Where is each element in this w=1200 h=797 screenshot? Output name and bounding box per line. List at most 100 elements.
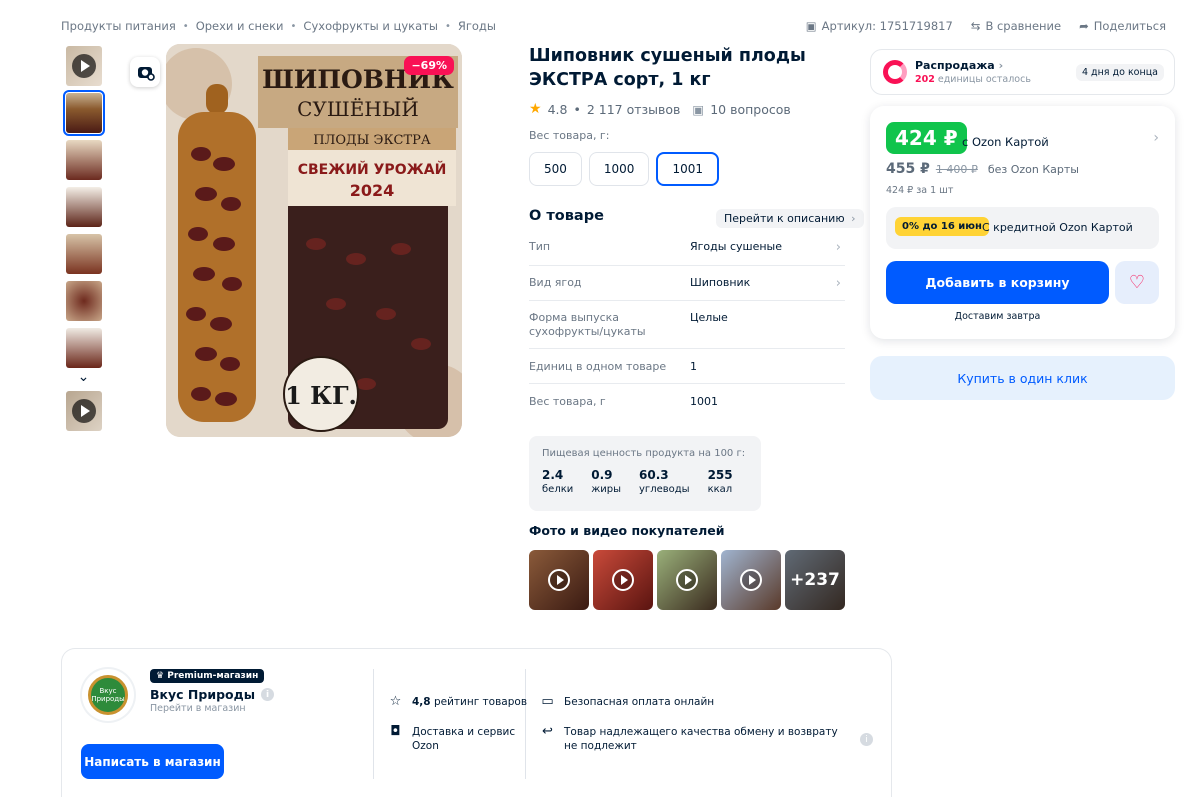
spec-value: Ягоды сушеные — [690, 240, 782, 253]
customer-video[interactable] — [657, 550, 717, 610]
questions-icon: ▣ — [692, 101, 705, 117]
share-button[interactable]: ➦ Поделиться — [1079, 19, 1166, 33]
weight-option-selected[interactable]: 1001 — [656, 152, 719, 186]
sale-remaining: 202 единицы осталось — [915, 74, 1031, 85]
info-icon[interactable]: i — [261, 688, 275, 701]
delivery-service-text: Доставка и сервис Ozon — [412, 726, 516, 752]
thumbnail-video[interactable] — [65, 391, 102, 431]
heart-icon: ♡ — [1128, 272, 1146, 293]
thumbnail-image[interactable] — [65, 234, 102, 274]
feature-payment: ▭ Безопасная оплата онлайн — [539, 695, 714, 712]
goto-store-link[interactable]: Перейти в магазин — [150, 703, 246, 714]
add-to-cart-button[interactable]: Добавить в корзину — [886, 261, 1109, 304]
breadcrumb-item[interactable]: Орехи и снеки — [196, 19, 284, 33]
play-icon — [71, 399, 96, 423]
breadcrumb-item[interactable]: Продукты питания — [61, 19, 176, 33]
customer-photos: +237 — [529, 550, 845, 610]
more-photos[interactable]: +237 — [785, 550, 845, 610]
seller-panel: Вкус Природы ♛ Premium-магазин Вкус Прир… — [61, 648, 892, 797]
weight-option[interactable]: 1000 — [588, 152, 650, 186]
play-icon — [612, 569, 634, 591]
customer-video[interactable] — [593, 550, 653, 610]
chevron-right-icon[interactable]: › — [1153, 130, 1159, 146]
article-label: Артикул: 1751719817 — [821, 19, 953, 33]
spec-key: Вид ягод — [529, 276, 582, 289]
thumbnail-image[interactable] — [65, 281, 102, 321]
unit-price: 424 ₽ за 1 шт — [886, 185, 954, 196]
nutrition-label: белки — [542, 484, 574, 495]
image-subtitle: ПЛОДЫ ЭКСТРА — [313, 133, 431, 148]
breadcrumb-item[interactable]: Сухофрукты и цукаты — [303, 19, 438, 33]
spec-key: Тип — [529, 240, 551, 253]
rating-separator: • — [573, 101, 581, 117]
chevron-right-icon: › — [835, 276, 841, 291]
premium-badge-label: Premium-магазин — [167, 671, 259, 681]
thumbnail-image[interactable] — [65, 328, 102, 368]
chevron-right-icon: › — [998, 59, 1004, 72]
search-by-photo-button[interactable] — [130, 57, 160, 87]
seller-logo[interactable]: Вкус Природы — [82, 669, 134, 721]
weight-option[interactable]: 500 — [529, 152, 582, 186]
customer-video[interactable] — [529, 550, 589, 610]
spec-row[interactable]: Вид ягод Шиповник › — [529, 266, 845, 301]
share-icon: ➦ — [1079, 19, 1089, 33]
thumbnail-list: ⌄ — [61, 46, 106, 438]
sale-days-left: 4 дня до конца — [1075, 64, 1164, 81]
card-icon: ▭ — [541, 694, 554, 709]
nutrition-label: ккал — [707, 484, 733, 495]
feature-delivery: ◘ Доставка и сервис Ozon — [387, 725, 522, 753]
customer-video[interactable] — [721, 550, 781, 610]
spec-row[interactable]: Тип Ягоды сушеные › — [529, 231, 845, 266]
image-title2: СУШЁНЫЙ — [297, 96, 419, 121]
nutrition-label: углеводы — [639, 484, 690, 495]
old-price: 1 400 ₽ — [935, 163, 978, 176]
write-to-store-button[interactable]: Написать в магазин — [81, 744, 224, 779]
no-card-label: без Ozon Карты — [987, 163, 1079, 176]
seller-name-row[interactable]: Вкус Природы i — [150, 687, 275, 702]
compare-button[interactable]: ⇆ В сравнение — [971, 19, 1061, 33]
seller-rating-value: 4,8 — [412, 696, 431, 708]
nutrition-label: жиры — [591, 484, 622, 495]
seller-rating-text: рейтинг товаров — [433, 696, 528, 708]
nutrition-value: 255 — [707, 468, 733, 482]
product-title: Шиповник сушеный плоды ЭКСТРА сорт, 1 кг — [529, 46, 806, 90]
buy-one-click-button[interactable]: Купить в один клик — [870, 356, 1175, 400]
specs-table: Тип Ягоды сушеные › Вид ягод Шиповник › … — [529, 231, 845, 419]
breadcrumb-separator: • — [290, 20, 297, 32]
nutrition-value: 60.3 — [639, 468, 669, 482]
share-label: Поделиться — [1093, 19, 1166, 33]
image-weight: 1 КГ. — [285, 381, 357, 410]
info-icon[interactable]: i — [860, 733, 873, 746]
spec-value: Целые — [690, 311, 728, 324]
play-icon — [676, 569, 698, 591]
main-product-image[interactable]: ШИПОВНИК СУШЁНЫЙ ПЛОДЫ ЭКСТРА СВЕЖИЙ УРО… — [166, 44, 462, 437]
favorite-button[interactable]: ♡ — [1115, 261, 1159, 304]
compare-label: В сравнение — [985, 19, 1062, 33]
thumbnail-video[interactable] — [65, 46, 102, 86]
to-description-label: Перейти к описанию — [724, 212, 845, 225]
nutrition-item: 0.9 жиры — [591, 468, 621, 495]
spec-row: Форма выпуска сухофрукты/цукаты Целые — [529, 301, 845, 349]
weight-selector: 500 1000 1001 — [529, 152, 719, 186]
divider — [525, 669, 526, 779]
play-icon — [740, 569, 762, 591]
spec-value: 1001 — [690, 395, 718, 408]
sale-icon — [883, 60, 907, 84]
chevron-down-icon[interactable]: ⌄ — [61, 369, 106, 385]
image-harvest2: 2024 — [350, 181, 395, 200]
thumbnail-image[interactable] — [62, 90, 105, 136]
spec-value: 1 — [690, 360, 697, 373]
seller-name: Вкус Природы — [150, 687, 256, 702]
article-copy[interactable]: ▣ Артикул: 1751719817 — [806, 19, 953, 33]
credit-offer[interactable]: 0% до 16 июн С кредитной Ozon Картой — [886, 207, 1159, 249]
reviews-link[interactable]: 2 117 отзывов — [587, 102, 681, 117]
thumbnail-image[interactable] — [65, 187, 102, 227]
breadcrumb-item[interactable]: Ягоды — [458, 19, 496, 33]
to-description-button[interactable]: Перейти к описанию › — [716, 209, 864, 228]
thumbnail-image[interactable] — [65, 140, 102, 180]
sale-card[interactable]: Распродажа › 202 единицы осталось 4 дня … — [870, 49, 1175, 95]
questions-link[interactable]: 10 вопросов — [710, 102, 791, 117]
product-photo: ШИПОВНИК СУШЁНЫЙ ПЛОДЫ ЭКСТРА СВЕЖИЙ УРО… — [166, 44, 462, 437]
nutrition-heading: Пищевая ценность продукта на 100 г: — [542, 448, 746, 459]
delivery-info: Доставим завтра — [954, 311, 1041, 322]
